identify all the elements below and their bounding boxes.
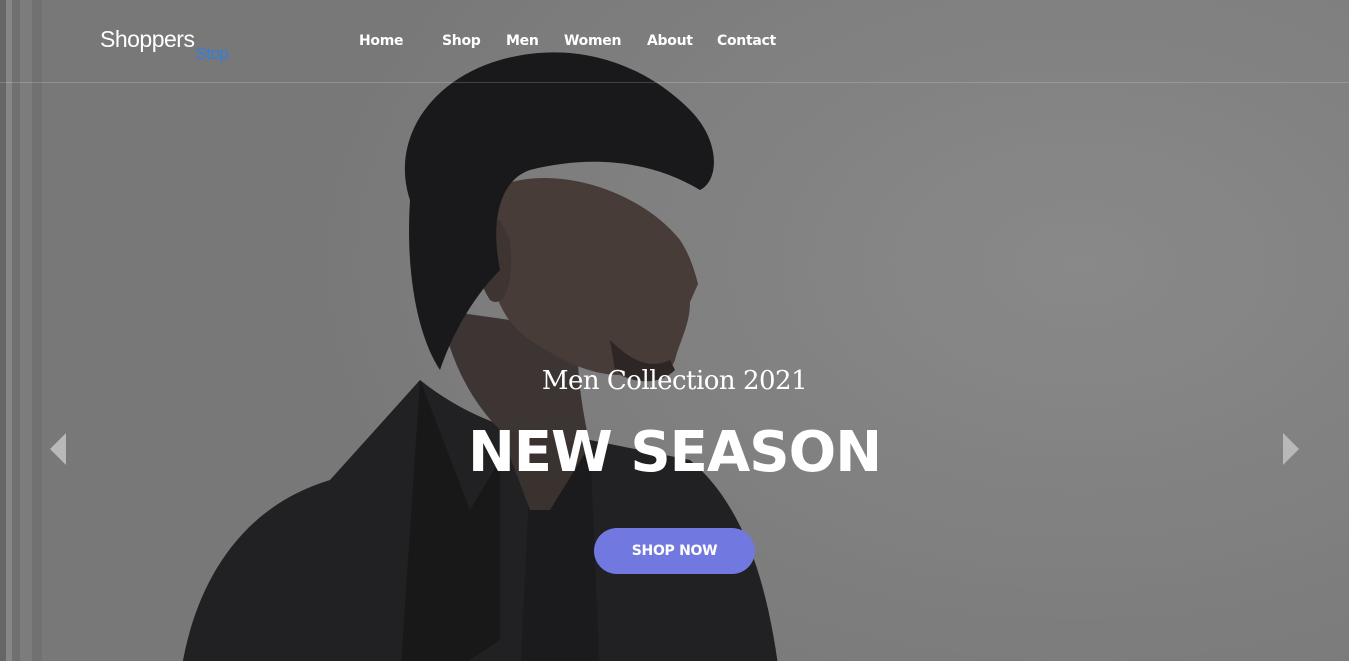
hero-banner: ShoppersStop Home Shop Men Women About C… [0, 0, 1349, 661]
carousel-prev-button[interactable] [46, 431, 70, 467]
shop-now-button[interactable]: SHOP NOW [594, 528, 755, 574]
hero-subtitle: Men Collection 2021 [541, 366, 808, 396]
chevron-left-icon [50, 433, 66, 465]
chevron-right-icon [1283, 433, 1299, 465]
hero-title: NEW SEASON [467, 420, 882, 485]
carousel-next-button[interactable] [1279, 431, 1303, 467]
hero-content: Men Collection 2021 NEW SEASON SHOP NOW [0, 0, 1349, 661]
